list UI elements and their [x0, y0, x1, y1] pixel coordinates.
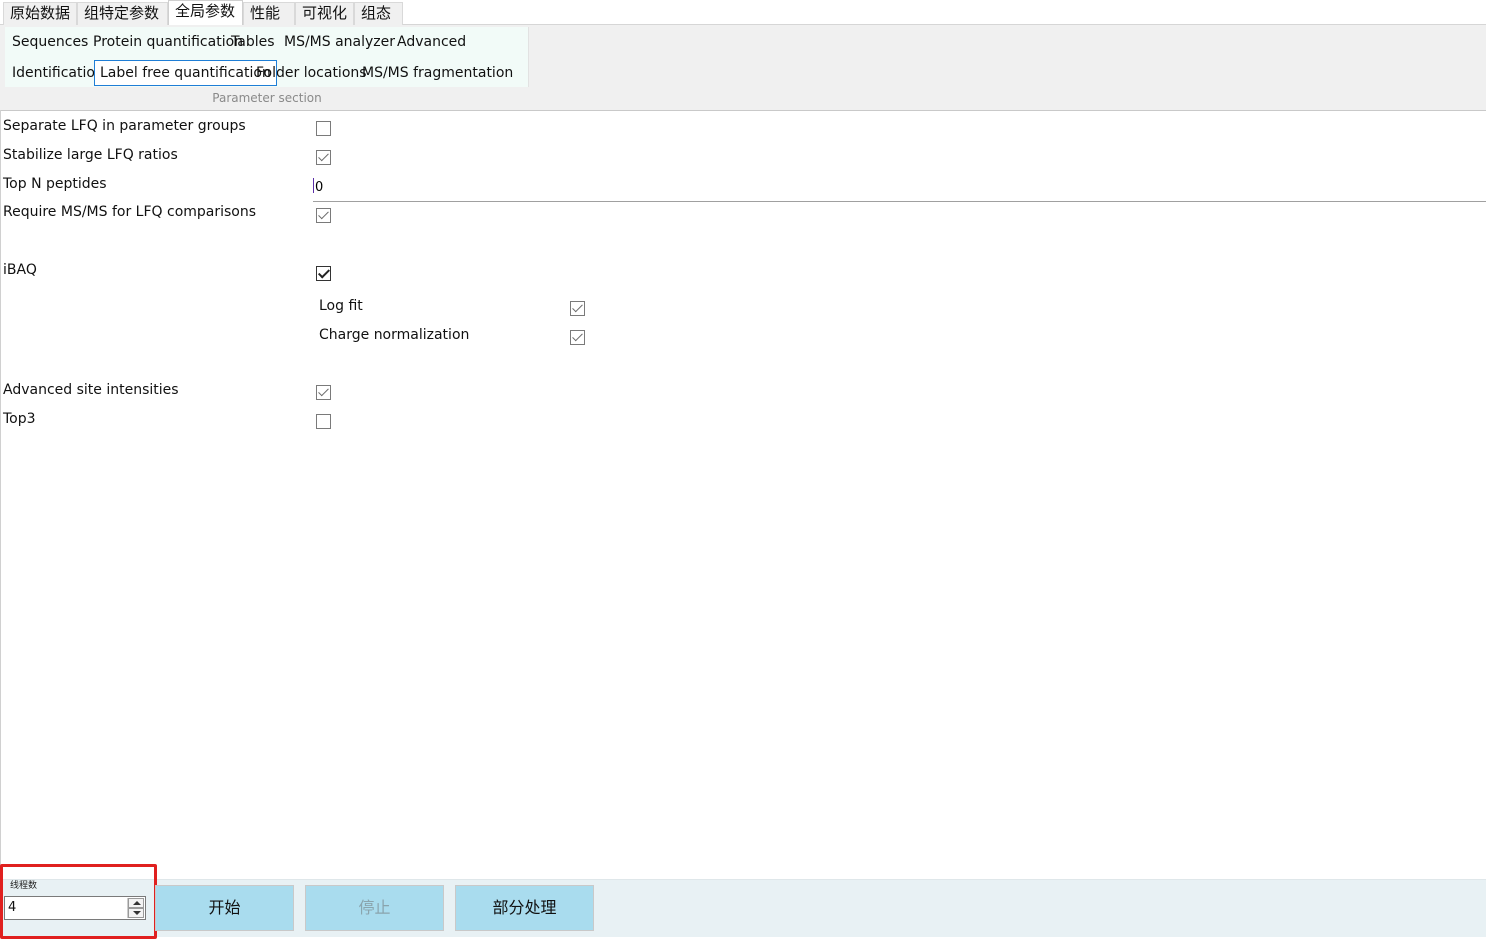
parameter-section: Sequences Protein quantification Tables … [0, 25, 1486, 111]
log-fit-label: Log fit [319, 298, 363, 314]
left-divider [0, 110, 1, 880]
param-tab-msms-analyzer[interactable]: MS/MS analyzer [278, 29, 401, 55]
stop-button[interactable]: 停止 [305, 885, 444, 931]
ibaq-label: iBAQ [3, 262, 37, 278]
ibaq-checkbox[interactable] [316, 266, 331, 281]
top3-checkbox[interactable] [316, 414, 331, 429]
main-tab-strip: 原始数据 组特定参数 全局参数 性能 可视化 组态 [0, 0, 1486, 26]
top3-label: Top3 [3, 411, 36, 427]
separate-lfq-checkbox[interactable] [316, 121, 331, 136]
highlight-annotation-box [0, 864, 157, 939]
text-caret [313, 178, 314, 193]
param-tab-advanced[interactable]: Advanced [391, 29, 472, 55]
charge-normalization-checkbox[interactable] [570, 330, 585, 345]
tab-group-params[interactable]: 组特定参数 [77, 2, 168, 25]
parameter-tab-panel: Sequences Protein quantification Tables … [5, 27, 529, 87]
log-fit-checkbox[interactable] [570, 301, 585, 316]
stabilize-lfq-checkbox[interactable] [316, 150, 331, 165]
top-n-label: Top N peptides [3, 176, 107, 192]
stabilize-lfq-label: Stabilize large LFQ ratios [3, 147, 178, 163]
require-msms-label: Require MS/MS for LFQ comparisons [3, 204, 257, 220]
parameter-section-caption: Parameter section [212, 91, 322, 105]
tab-performance[interactable]: 性能 [243, 2, 295, 25]
app-window: 原始数据 组特定参数 全局参数 性能 可视化 组态 Sequences Prot… [0, 0, 1486, 941]
param-tab-tables[interactable]: Tables [225, 29, 281, 55]
top-n-input[interactable] [313, 174, 1486, 202]
start-button[interactable]: 开始 [155, 885, 294, 931]
require-msms-checkbox[interactable] [316, 208, 331, 223]
param-tab-folder-locations[interactable]: Folder locations [250, 60, 373, 86]
charge-normalization-label: Charge normalization [319, 327, 470, 343]
tab-raw-data[interactable]: 原始数据 [3, 2, 77, 25]
separate-lfq-label: Separate LFQ in parameter groups [3, 118, 246, 134]
tab-global-params[interactable]: 全局参数 [168, 0, 243, 26]
advanced-site-intensities-label: Advanced site intensities [3, 382, 179, 398]
param-tab-msms-fragmentation[interactable]: MS/MS fragmentation [356, 60, 519, 86]
tab-configuration[interactable]: 组态 [354, 2, 403, 25]
partial-processing-button[interactable]: 部分处理 [455, 885, 594, 931]
advanced-site-intensities-checkbox[interactable] [316, 385, 331, 400]
tab-visualization[interactable]: 可视化 [295, 2, 354, 25]
param-tab-sequences[interactable]: Sequences [6, 29, 94, 55]
